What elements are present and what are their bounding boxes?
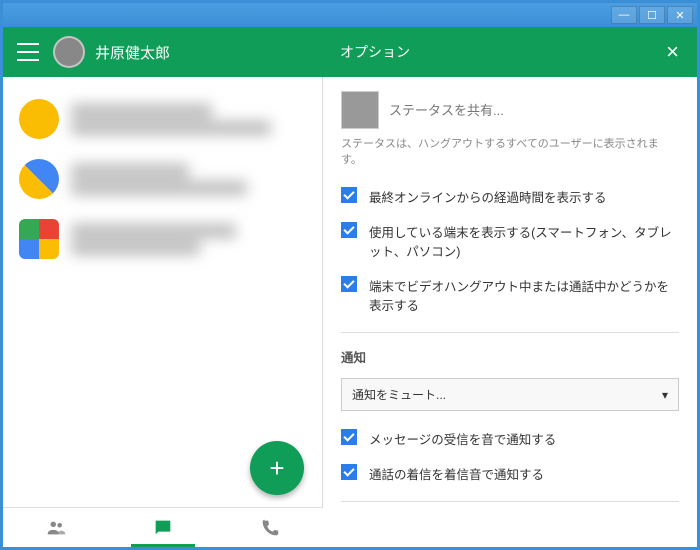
checkbox-show-incall[interactable] [341,276,357,292]
tab-chats[interactable] [110,508,217,547]
option-label: 使用している端末を表示する(スマートフォン、タブレット、パソコン) [369,222,679,260]
dropdown-label: 通知をミュート... [352,386,446,403]
option-label: 端末でビデオハングアウト中または通話中かどうかを表示する [369,276,679,314]
window-close-button[interactable]: ✕ [667,6,693,24]
conversation-item[interactable] [3,149,322,209]
avatar [19,99,59,139]
maximize-button[interactable]: ☐ [639,6,665,24]
status-hint: ステータスは、ハングアウトするすべてのユーザーに表示されます。 [341,135,679,167]
checkbox-msg-sound[interactable] [341,429,357,445]
avatar [19,159,59,199]
user-name: 井原健太郎 [95,42,170,63]
bottom-tabs [3,507,323,547]
status-input[interactable] [389,97,679,124]
mute-dropdown[interactable]: 通知をミュート... ▾ [341,378,679,411]
avatar [19,219,59,259]
status-avatar [341,91,379,129]
tab-contacts[interactable] [3,508,110,547]
new-conversation-button[interactable]: + [250,441,304,495]
options-panel: ステータスは、ハングアウトするすべてのユーザーに表示されます。 最終オンラインか… [323,77,697,507]
option-label: 通話の着信を着信音で通知する [369,464,544,483]
panel-title: オプション [340,42,662,62]
section-notifications: 通知 [341,341,679,372]
conversation-item[interactable] [3,89,322,149]
conversation-list: + [3,77,323,507]
option-label: 最終オンラインからの経過時間を表示する [369,187,607,206]
checkbox-show-device[interactable] [341,222,357,238]
close-icon[interactable]: × [662,35,683,69]
app-header: 井原健太郎 オプション × [3,27,697,77]
window-titlebar: — ☐ ✕ [3,3,697,27]
chevron-down-icon: ▾ [662,388,668,402]
minimize-button[interactable]: — [611,6,637,24]
user-avatar[interactable] [53,36,85,68]
tab-calls[interactable] [216,508,323,547]
menu-icon[interactable] [17,43,39,61]
checkbox-elapsed-time[interactable] [341,187,357,203]
option-label: メッセージの受信を音で通知する [369,429,556,448]
conversation-item[interactable] [3,209,322,269]
checkbox-call-sound[interactable] [341,464,357,480]
